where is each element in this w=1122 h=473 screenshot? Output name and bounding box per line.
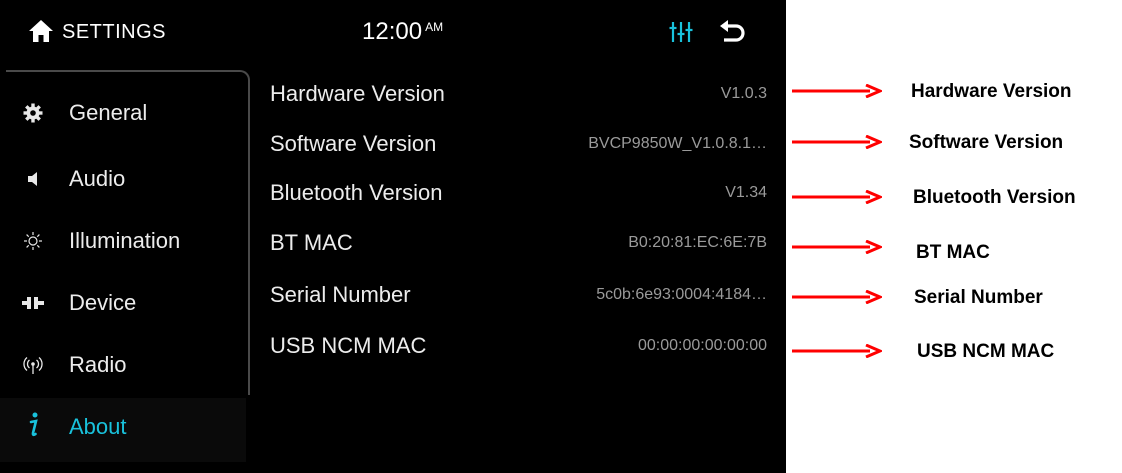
info-value: B0:20:81:EC:6E:7B (628, 234, 767, 251)
info-row-hardware-version: Hardware Version V1.0.3 (270, 75, 767, 115)
sidebar-item-label: About (69, 414, 127, 439)
sidebar-item-label: Illumination (69, 228, 181, 253)
callout-serial-number: Serial Number (790, 282, 1122, 312)
info-value: V1.34 (725, 184, 767, 201)
callout-label: Software Version (909, 132, 1064, 153)
sidebar-item-radio[interactable]: Radio (0, 336, 246, 394)
sun-icon (22, 228, 44, 254)
callout-software-version: Software Version (790, 127, 1122, 157)
callout-hardware-version: Hardware Version (790, 76, 1122, 106)
sidebar-item-label: Device (69, 290, 137, 315)
red-arrow-icon (792, 240, 882, 254)
sidebar-item-general[interactable]: General (0, 84, 246, 142)
sidebar-item-about[interactable]: About (0, 398, 246, 462)
sidebar-item-audio[interactable]: Audio (0, 150, 246, 208)
callout-label: Bluetooth Version (913, 187, 1076, 208)
settings-sidebar: General Audio Illumination Device Radio … (0, 70, 250, 473)
sidebar-item-illumination[interactable]: Illumination (0, 212, 246, 270)
red-arrow-icon (792, 344, 882, 358)
clock-ampm: AM (425, 20, 444, 34)
radio-icon (22, 352, 44, 378)
clock-time: 12:00 (362, 18, 423, 45)
gear-icon (22, 100, 44, 126)
sidebar-item-label: Audio (69, 166, 126, 191)
info-key: BT MAC (270, 230, 353, 255)
info-key: Software Version (270, 131, 437, 156)
callout-label: Serial Number (914, 287, 1043, 308)
red-arrow-icon (792, 190, 882, 204)
info-key: Serial Number (270, 282, 411, 307)
info-row-usb-ncm-mac: USB NCM MAC 00:00:00:00:00:00 (270, 327, 767, 367)
info-value: 00:00:00:00:00:00 (637, 337, 767, 354)
equalizer-icon[interactable] (668, 19, 694, 45)
callout-label: BT MAC (916, 242, 990, 263)
page-title: SETTINGS (62, 21, 167, 43)
head-unit-screen: SETTINGS 12:00 AM General Audio Illumina… (0, 0, 786, 473)
red-arrow-icon (792, 135, 882, 149)
header-bar: SETTINGS 12:00 AM (0, 0, 786, 66)
sidebar-item-label: General (69, 100, 148, 125)
red-arrow-icon (792, 84, 882, 98)
back-icon[interactable] (718, 19, 746, 45)
sidebar-item-device[interactable]: Device (0, 274, 246, 332)
clock: 12:00 AM (362, 18, 443, 46)
callout-bluetooth-version: Bluetooth Version (790, 182, 1122, 212)
red-arrow-icon (792, 290, 882, 304)
info-value: BVCP9850W_V1.0.8.1… (588, 135, 767, 152)
speaker-icon (22, 166, 44, 192)
info-key: USB NCM MAC (270, 333, 427, 358)
info-key: Hardware Version (270, 81, 445, 106)
sidebar-item-label: Radio (69, 352, 127, 377)
info-icon (22, 412, 44, 438)
callout-bt-mac: BT MAC (790, 232, 1122, 263)
home-icon[interactable] (28, 18, 54, 44)
info-row-serial-number: Serial Number 5c0b:6e93:0004:4184… (270, 276, 767, 316)
info-row-bluetooth-version: Bluetooth Version V1.34 (270, 174, 767, 214)
info-row-bt-mac: BT MAC B0:20:81:EC:6E:7B (270, 224, 767, 264)
info-key: Bluetooth Version (270, 180, 443, 205)
callout-label: Hardware Version (911, 81, 1072, 102)
device-icon (22, 290, 44, 316)
callout-label: USB NCM MAC (917, 341, 1055, 362)
info-value: 5c0b:6e93:0004:4184… (596, 286, 767, 303)
info-row-software-version: Software Version BVCP9850W_V1.0.8.1… (270, 125, 767, 165)
callout-usb-ncm-mac: USB NCM MAC (790, 336, 1122, 366)
info-value: V1.0.3 (720, 85, 767, 102)
about-info-list: Hardware Version V1.0.3 Software Version… (270, 70, 770, 400)
